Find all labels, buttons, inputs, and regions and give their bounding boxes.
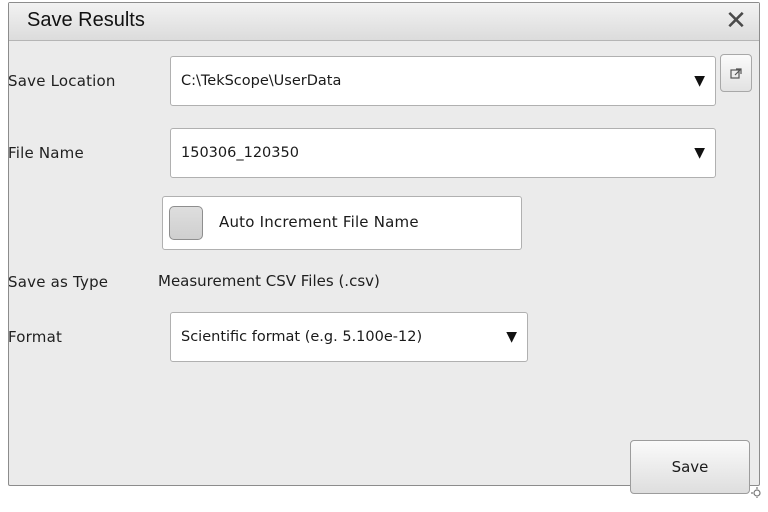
- chevron-down-icon: ▼: [694, 145, 705, 161]
- auto-increment-checkbox[interactable]: [169, 206, 203, 240]
- save-as-type-label: Save as Type: [8, 273, 109, 291]
- close-icon[interactable]: ✕: [723, 7, 749, 35]
- format-value: Scientific format (e.g. 5.100e-12): [181, 329, 423, 345]
- external-link-icon: [730, 68, 742, 79]
- format-dropdown[interactable]: Scientific format (e.g. 5.100e-12) ▼: [170, 312, 528, 362]
- chevron-down-icon: ▼: [694, 73, 705, 89]
- save-location-dropdown[interactable]: C:\TekScope\UserData ▼: [170, 56, 716, 106]
- title-bar[interactable]: Save Results ✕: [9, 3, 759, 41]
- save-as-type-value: Measurement CSV Files (.csv): [158, 272, 380, 290]
- format-label: Format: [8, 328, 63, 346]
- auto-increment-toggle[interactable]: Auto Increment File Name: [162, 196, 522, 250]
- save-button[interactable]: Save: [630, 440, 750, 494]
- dialog-title: Save Results: [27, 9, 145, 31]
- browse-location-button[interactable]: [720, 54, 752, 92]
- file-name-dropdown[interactable]: 150306_120350 ▼: [170, 128, 716, 178]
- save-location-value: C:\TekScope\UserData: [181, 73, 342, 89]
- auto-increment-label: Auto Increment File Name: [219, 213, 419, 231]
- chevron-down-icon: ▼: [506, 329, 517, 345]
- file-name-label: File Name: [8, 144, 84, 162]
- resize-grip-icon[interactable]: [748, 484, 762, 498]
- save-location-label: Save Location: [8, 72, 116, 90]
- file-name-value: 150306_120350: [181, 145, 299, 161]
